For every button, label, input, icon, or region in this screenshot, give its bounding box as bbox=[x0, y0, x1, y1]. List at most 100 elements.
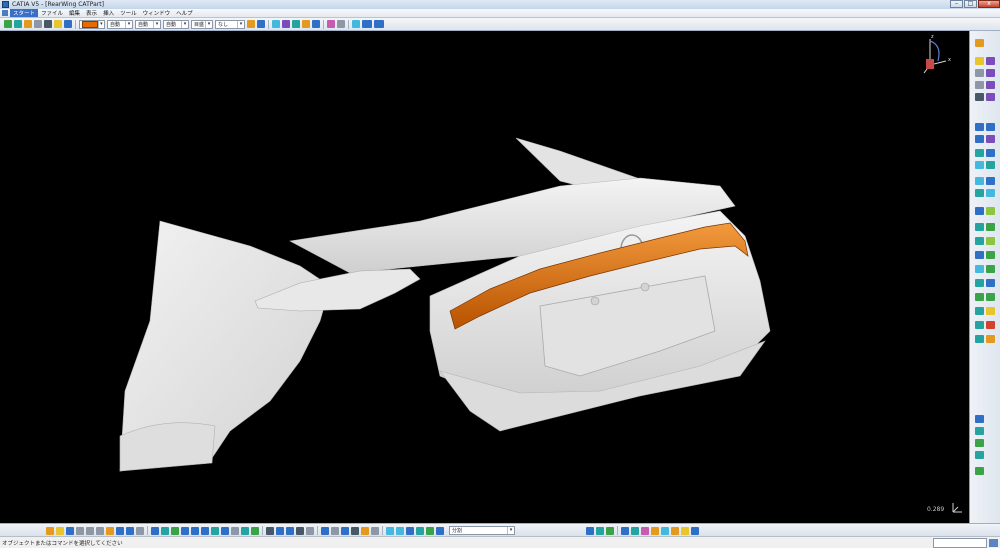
minimize-button[interactable]: – bbox=[950, 0, 963, 8]
open-icon[interactable] bbox=[46, 526, 54, 535]
thickness-icon[interactable] bbox=[975, 149, 984, 157]
menu-help[interactable]: ヘルプ bbox=[173, 9, 196, 17]
thread-icon[interactable] bbox=[986, 149, 995, 157]
pocket-icon[interactable] bbox=[975, 69, 984, 77]
define-object-icon[interactable] bbox=[596, 526, 604, 535]
paint-icon[interactable] bbox=[24, 20, 32, 28]
measure-between-icon[interactable] bbox=[362, 20, 372, 28]
pad-icon[interactable] bbox=[986, 57, 995, 65]
compass-widget[interactable]: z x bbox=[916, 31, 956, 77]
formula-icon[interactable] bbox=[266, 526, 274, 535]
close-button[interactable]: x bbox=[978, 0, 1000, 8]
render-icon[interactable] bbox=[975, 307, 984, 315]
shading-mode-icon[interactable] bbox=[241, 526, 249, 535]
pattern-icon[interactable] bbox=[975, 207, 984, 215]
shell-icon[interactable] bbox=[986, 135, 995, 143]
groove-icon[interactable] bbox=[975, 81, 984, 89]
view-front-icon[interactable] bbox=[975, 415, 984, 423]
table-icon[interactable] bbox=[286, 526, 294, 535]
snap-icon[interactable] bbox=[975, 293, 984, 301]
power-input-icon[interactable] bbox=[386, 526, 394, 535]
measure-icon[interactable] bbox=[44, 20, 52, 28]
shaft-icon[interactable] bbox=[986, 69, 995, 77]
spec-tree-icon[interactable] bbox=[321, 526, 329, 535]
catalog-browser-icon[interactable] bbox=[426, 526, 434, 535]
format-painter-icon[interactable] bbox=[247, 20, 255, 28]
copy-icon[interactable] bbox=[96, 526, 104, 535]
layer-combo[interactable]: なし ▾ bbox=[215, 19, 245, 29]
rotate-view-icon[interactable] bbox=[181, 526, 189, 535]
menu-tools[interactable]: ツール bbox=[117, 9, 140, 17]
pan-view-icon[interactable] bbox=[171, 526, 179, 535]
chevron-down-icon[interactable]: ▾ bbox=[507, 527, 514, 534]
workbench-icon[interactable] bbox=[975, 39, 984, 47]
zoom-in-icon[interactable] bbox=[191, 526, 199, 535]
view-named-icon[interactable] bbox=[975, 467, 984, 475]
shape-fillet-icon[interactable] bbox=[651, 526, 659, 535]
multi-view-icon[interactable] bbox=[221, 526, 229, 535]
chevron-down-icon[interactable]: ▾ bbox=[125, 20, 132, 28]
folder-icon[interactable] bbox=[56, 526, 64, 535]
catia-app-icon[interactable] bbox=[2, 1, 9, 8]
apply-material-icon[interactable] bbox=[975, 279, 984, 287]
measure-item-icon[interactable] bbox=[374, 20, 384, 28]
fit-all-icon[interactable] bbox=[161, 526, 169, 535]
hole-icon[interactable] bbox=[986, 81, 995, 89]
select-arrow-icon[interactable] bbox=[4, 20, 12, 28]
measure-inertia-icon[interactable] bbox=[306, 526, 314, 535]
rotate-icon[interactable] bbox=[986, 177, 995, 185]
redo-icon[interactable] bbox=[126, 526, 134, 535]
thick-surface-icon[interactable] bbox=[986, 161, 995, 169]
scaling-icon[interactable] bbox=[986, 207, 995, 215]
line-icon[interactable] bbox=[282, 20, 290, 28]
symmetry-icon[interactable] bbox=[975, 189, 984, 197]
analysis-icon[interactable] bbox=[327, 20, 335, 28]
menu-start[interactable]: スタート bbox=[10, 9, 39, 17]
chevron-down-icon[interactable]: ▾ bbox=[153, 20, 160, 28]
chevron-down-icon[interactable]: ▾ bbox=[237, 20, 244, 28]
slot-icon[interactable] bbox=[986, 93, 995, 101]
menu-view[interactable]: 表示 bbox=[83, 9, 100, 17]
light-icon[interactable] bbox=[986, 307, 995, 315]
catalog-icon[interactable] bbox=[352, 20, 360, 28]
print-icon[interactable] bbox=[76, 526, 84, 535]
update-icon[interactable] bbox=[351, 526, 359, 535]
save-icon[interactable] bbox=[66, 526, 74, 535]
view-right-icon[interactable] bbox=[975, 451, 984, 459]
analysis-draft-icon[interactable] bbox=[661, 526, 669, 535]
grid-icon[interactable] bbox=[986, 279, 995, 287]
connect-checker-icon[interactable] bbox=[681, 526, 689, 535]
intersect-icon[interactable] bbox=[975, 251, 984, 259]
iso-view-icon[interactable] bbox=[231, 526, 239, 535]
chamfer-icon[interactable] bbox=[986, 123, 995, 131]
3d-viewport[interactable]: z x 0.289 bbox=[0, 31, 968, 523]
menu-edit[interactable]: 編集 bbox=[66, 9, 83, 17]
command-input[interactable] bbox=[933, 537, 987, 548]
menu-insert[interactable]: 挿入 bbox=[100, 9, 117, 17]
annotation-icon[interactable] bbox=[64, 20, 72, 28]
document-icon[interactable] bbox=[2, 10, 8, 16]
surface-icon[interactable] bbox=[631, 526, 639, 535]
sketch-icon[interactable] bbox=[54, 20, 62, 28]
help-icon[interactable] bbox=[136, 526, 144, 535]
wireframe-icon[interactable] bbox=[621, 526, 629, 535]
remove-lump-icon[interactable] bbox=[975, 265, 984, 273]
union-trim-icon[interactable] bbox=[986, 251, 995, 259]
assemble-icon[interactable] bbox=[986, 223, 995, 231]
color-picker[interactable]: ▾ bbox=[79, 19, 105, 29]
zoom-out-icon[interactable] bbox=[201, 526, 209, 535]
scene-icon[interactable] bbox=[416, 526, 424, 535]
draft-icon[interactable] bbox=[975, 135, 984, 143]
fillet-icon[interactable] bbox=[975, 123, 984, 131]
volume-icon[interactable] bbox=[641, 526, 649, 535]
pan-icon[interactable] bbox=[14, 20, 22, 28]
capture-icon[interactable] bbox=[986, 321, 995, 329]
chevron-down-icon[interactable]: ▾ bbox=[181, 20, 188, 28]
paste-icon[interactable] bbox=[106, 526, 114, 535]
point-symbol-combo[interactable]: 目盛 ▾ bbox=[191, 19, 213, 29]
rib-icon[interactable] bbox=[975, 93, 984, 101]
sketcher-icon[interactable] bbox=[975, 57, 984, 65]
mirror-icon[interactable] bbox=[986, 189, 995, 197]
view-iso-icon[interactable] bbox=[975, 427, 984, 435]
cut-icon[interactable] bbox=[86, 526, 94, 535]
